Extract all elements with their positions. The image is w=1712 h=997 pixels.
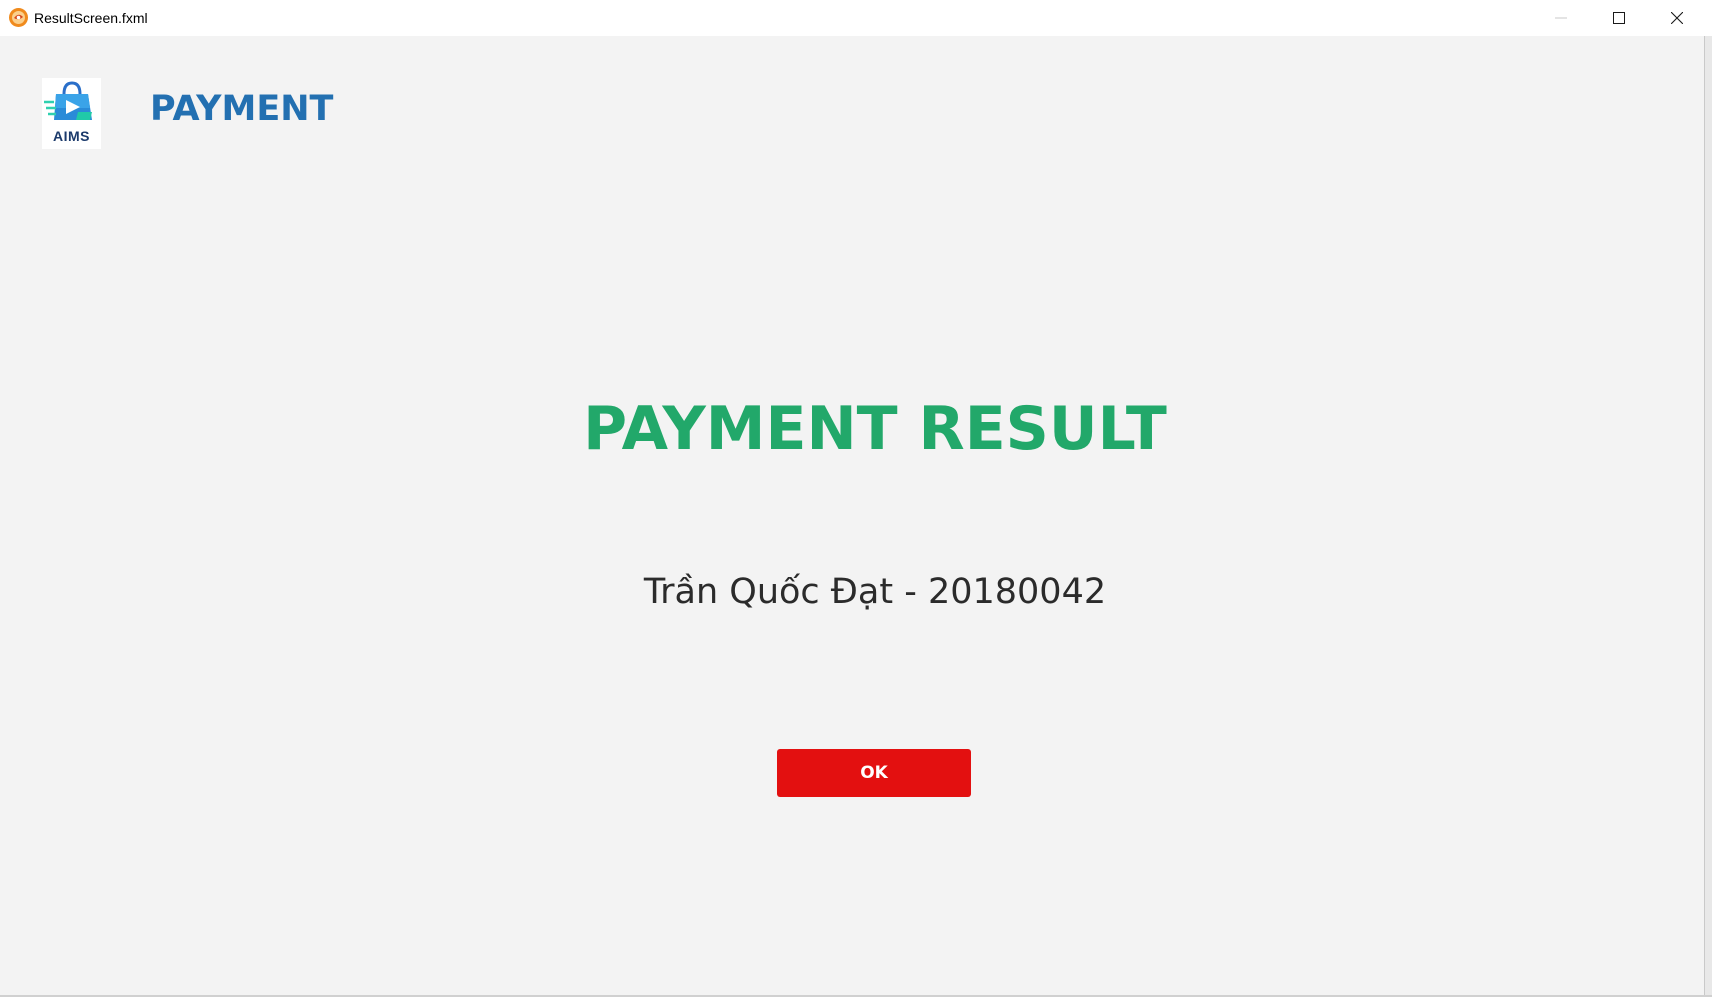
shopping-bag-icon — [44, 81, 92, 120]
result-screen: AIMS PAYMENT PAYMENT RESULT Trần Quốc Đạ… — [0, 36, 1704, 995]
window-right-border — [1704, 36, 1712, 997]
close-icon — [1670, 9, 1684, 28]
page-title: PAYMENT — [150, 89, 334, 129]
minimize-icon — [1555, 9, 1567, 28]
javafx-app-icon — [8, 7, 29, 28]
result-title: PAYMENT RESULT — [583, 394, 1167, 464]
result-message: Trần Quốc Đạt - 20180042 — [643, 572, 1107, 612]
maximize-button[interactable] — [1590, 0, 1648, 36]
title-bar[interactable]: ResultScreen.fxml — [0, 0, 1712, 36]
ok-button[interactable]: OK — [777, 749, 971, 797]
maximize-icon — [1613, 9, 1625, 28]
application-window: ResultScreen.fxml AIMS PAYMENT PAYMENT R… — [0, 0, 1712, 997]
close-button[interactable] — [1648, 0, 1706, 36]
aims-logo: AIMS — [42, 78, 101, 149]
logo-text: AIMS — [53, 128, 90, 144]
minimize-button[interactable] — [1532, 0, 1590, 36]
window-title: ResultScreen.fxml — [34, 10, 148, 26]
